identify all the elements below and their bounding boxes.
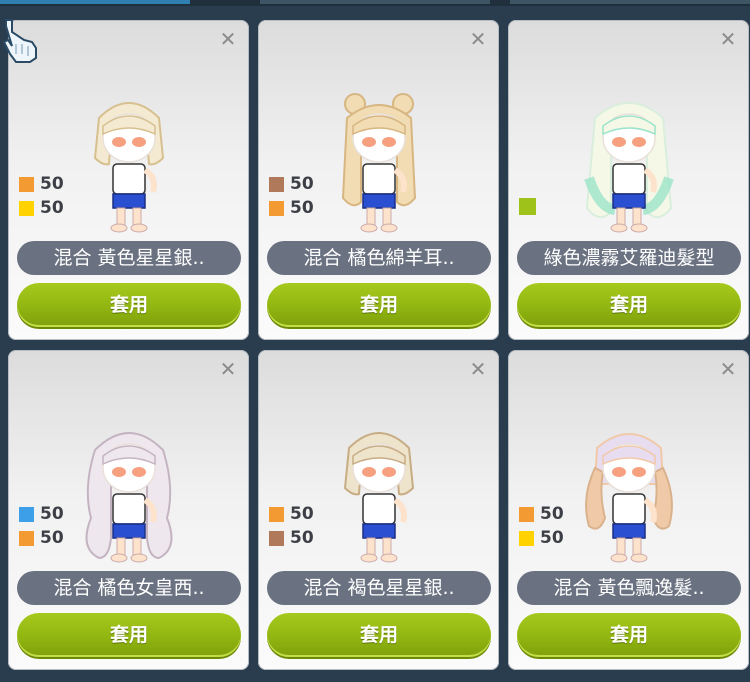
dye-ratio-item: 50: [19, 172, 64, 196]
close-icon[interactable]: ✕: [469, 29, 487, 49]
dye-ratio-value: 50: [40, 174, 64, 194]
avatar-preview: [559, 78, 699, 248]
avatar-preview: [59, 408, 199, 578]
hair-name-label: 混合 橘色綿羊耳..: [267, 241, 491, 275]
dye-ratio-list: 50 50: [269, 172, 314, 220]
hair-name-label: 混合 黃色星星銀..: [17, 241, 241, 275]
dye-ratio-item: 50: [269, 172, 314, 196]
avatar-preview: [309, 408, 449, 578]
hair-name-label: 混合 黃色飄逸髮..: [517, 571, 741, 605]
dye-ratio-list: 50 50: [519, 502, 564, 550]
apply-button[interactable]: 套用: [517, 283, 741, 327]
color-swatch: [19, 506, 34, 522]
color-swatch: [19, 530, 34, 546]
color-swatch: [519, 506, 534, 522]
hair-preset-card: ✕ 50 50 混合 橘色綿羊耳.. 套用: [258, 20, 499, 340]
dye-ratio-value: 50: [40, 198, 64, 218]
dye-ratio-value: 50: [40, 528, 64, 548]
dye-ratio-list: 50 50: [19, 172, 64, 220]
color-swatch: [269, 530, 284, 546]
close-icon[interactable]: ✕: [719, 29, 737, 49]
hand-cursor-icon: [2, 19, 37, 63]
dye-ratio-value: 50: [290, 528, 314, 548]
hair-preset-card: ✕ 50 50 混合 黃色飄逸髮.. 套用: [508, 350, 749, 670]
hair-name-label: 綠色濃霧艾羅迪髮型: [517, 241, 741, 275]
dye-ratio-item: 50: [519, 502, 564, 526]
color-swatch: [269, 506, 284, 522]
color-swatch: [519, 198, 536, 215]
color-swatch: [19, 176, 34, 192]
dye-ratio-value: 50: [290, 198, 314, 218]
dye-ratio-value: 50: [540, 504, 564, 524]
dye-ratio-item: 50: [19, 502, 64, 526]
apply-button[interactable]: 套用: [267, 613, 491, 657]
hair-preset-card: ✕ 50 50 混合 褐色星星銀.. 套用: [258, 350, 499, 670]
close-icon[interactable]: ✕: [469, 359, 487, 379]
dye-ratio-value: 50: [40, 504, 64, 524]
dye-ratio-item: 50: [19, 196, 64, 220]
dye-ratio-value: 50: [540, 528, 564, 548]
color-swatch: [519, 530, 534, 546]
hair-preset-card: ✕ 50 50 混合 橘色女皇西.. 套用: [8, 350, 249, 670]
hair-name-label: 混合 橘色女皇西..: [17, 571, 241, 605]
dye-ratio-value: 50: [290, 504, 314, 524]
dye-ratio-item: 50: [269, 526, 314, 550]
color-swatch: [19, 200, 34, 216]
apply-button[interactable]: 套用: [267, 283, 491, 327]
avatar-preview: [309, 78, 449, 248]
avatar-preview: [559, 408, 699, 578]
close-icon[interactable]: ✕: [219, 29, 237, 49]
avatar-preview: [59, 78, 199, 248]
dye-ratio-list: 50 50: [19, 502, 64, 550]
close-icon[interactable]: ✕: [719, 359, 737, 379]
hair-preset-grid: ✕ 50 50 混合 黃色星星銀.. 套用 ✕ 50 50 混合 橘色綿羊耳.. 套用 ✕: [0, 0, 750, 682]
dye-ratio-list: 50 50: [269, 502, 314, 550]
hair-name-label: 混合 褐色星星銀..: [267, 571, 491, 605]
hair-preset-card: ✕ 綠色濃霧艾羅迪髮型套用: [508, 20, 749, 340]
apply-button[interactable]: 套用: [517, 613, 741, 657]
color-swatch: [269, 176, 284, 192]
close-icon[interactable]: ✕: [219, 359, 237, 379]
dye-ratio-item: 50: [269, 196, 314, 220]
color-swatch: [269, 200, 284, 216]
dye-ratio-item: 50: [269, 502, 314, 526]
apply-button[interactable]: 套用: [17, 613, 241, 657]
apply-button[interactable]: 套用: [17, 283, 241, 327]
hair-preset-card: ✕ 50 50 混合 黃色星星銀.. 套用: [8, 20, 249, 340]
dye-ratio-value: 50: [290, 174, 314, 194]
dye-ratio-item: 50: [519, 526, 564, 550]
dye-ratio-item: 50: [19, 526, 64, 550]
